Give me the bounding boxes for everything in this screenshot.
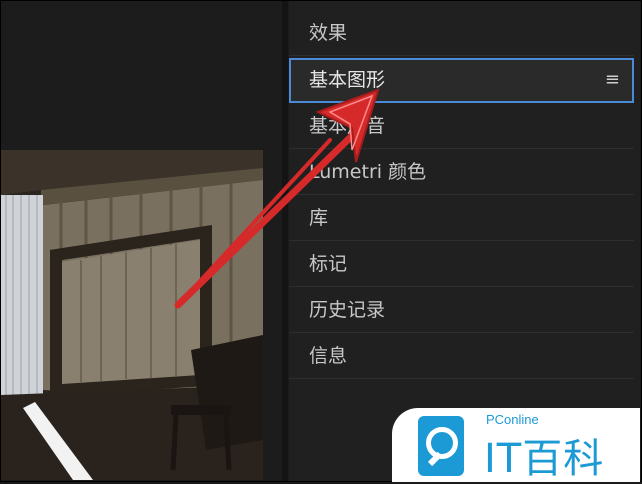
video-preview — [1, 150, 263, 480]
panel-item-libraries[interactable]: 库 — [289, 196, 634, 241]
panel-item-label: 标记 — [309, 253, 348, 275]
watermark-big-text: IT百科 — [484, 436, 605, 482]
panel-item-info[interactable]: 信息 — [289, 334, 634, 379]
panel-item-label: 信息 — [309, 345, 348, 367]
panel-item-essential-graphics[interactable]: 基本图形 ≡ — [289, 58, 634, 103]
panel-item-essential-sound[interactable]: 基本声音 — [289, 104, 634, 149]
panel-item-label: 库 — [309, 207, 329, 229]
hamburger-menu-icon[interactable]: ≡ — [605, 60, 620, 100]
watermark-small-text: PConline — [486, 412, 539, 427]
panel-item-label: 历史记录 — [309, 299, 386, 321]
panel-item-effects[interactable]: 效果 — [289, 11, 634, 56]
preview-area — [1, 1, 282, 149]
search-magnifier-icon — [418, 416, 464, 476]
panel-item-label: 基本声音 — [309, 115, 386, 137]
panel-item-label: 基本图形 — [309, 69, 386, 91]
panel-item-markers[interactable]: 标记 — [289, 242, 634, 287]
preview-margin — [263, 150, 282, 480]
panel-item-label: Lumetri 颜色 — [309, 161, 427, 183]
panel-item-history[interactable]: 历史记录 — [289, 288, 634, 333]
panel-item-lumetri-color[interactable]: Lumetri 颜色 — [289, 150, 634, 195]
watermark-badge: PConline IT百科 — [392, 408, 640, 482]
panel-item-label: 效果 — [309, 22, 348, 44]
panel-divider[interactable] — [282, 1, 288, 481]
